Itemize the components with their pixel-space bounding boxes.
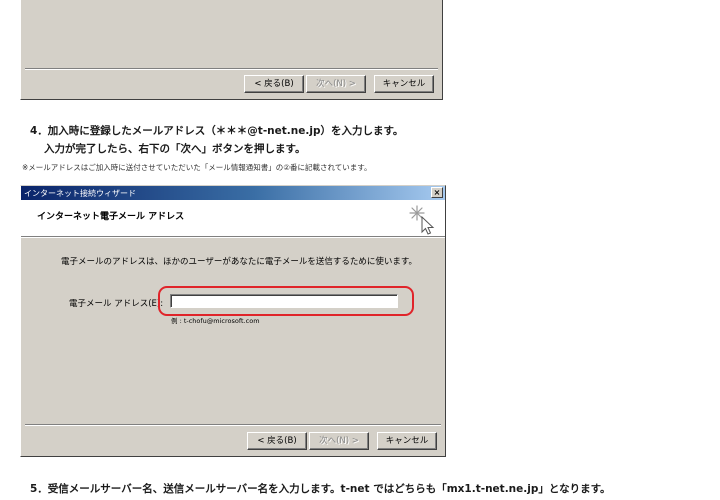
header-separator: [21, 237, 445, 238]
step5-instruction: 5．受信メールサーバー名、送信メールサーバー名を入力します。t-net ではどち…: [30, 483, 611, 495]
next-button[interactable]: 次へ(N) >: [306, 75, 366, 93]
step4-instruction-line2: 入力が完了したら、右下の「次へ」ボタンを押します。: [44, 143, 306, 155]
button-separator: [25, 68, 438, 70]
wizard-header: インターネット電子メール アドレス: [21, 200, 445, 237]
window-title: インターネット接続ウィザード: [24, 188, 136, 198]
step4-instruction: 4．加入時に登録したメールアドレス（＊＊＊@t-net.ne.jp）を入力します…: [30, 125, 404, 137]
previous-wizard-dialog: < 戻る(B) 次へ(N) > キャンセル: [20, 0, 443, 100]
email-field-highlight: [158, 286, 414, 316]
email-address-label: 電子メール アドレス(E):: [69, 299, 164, 309]
cancel-button[interactable]: キャンセル: [377, 432, 437, 450]
internet-connection-wizard-dialog: インターネット接続ウィザード × インターネット電子メール アドレス 電子メール…: [20, 185, 446, 457]
page-title: インターネット電子メール アドレス: [37, 212, 185, 222]
previous-button-row: < 戻る(B) 次へ(N) > キャンセル: [244, 75, 434, 93]
wizard-sparkle-cursor-icon: [409, 205, 435, 235]
next-button[interactable]: 次へ(N) >: [309, 432, 369, 450]
cancel-button[interactable]: キャンセル: [374, 75, 434, 93]
step4-note: ※メールアドレスはご加入時に送付させていただいた「メール情報通知書」の②番に記載…: [22, 163, 372, 172]
title-bar: インターネット接続ウィザード ×: [21, 186, 445, 200]
close-button[interactable]: ×: [431, 187, 443, 198]
email-address-input[interactable]: [170, 294, 398, 308]
back-button[interactable]: < 戻る(B): [247, 432, 307, 450]
back-button[interactable]: < 戻る(B): [244, 75, 304, 93]
button-row: < 戻る(B) 次へ(N) > キャンセル: [247, 432, 437, 450]
button-separator: [25, 424, 441, 426]
email-example-text: 例 : t-chofu@microsoft.com: [171, 317, 260, 325]
description-text: 電子メールのアドレスは、ほかのユーザーがあなたに電子メールを送信するために使いま…: [61, 257, 417, 267]
